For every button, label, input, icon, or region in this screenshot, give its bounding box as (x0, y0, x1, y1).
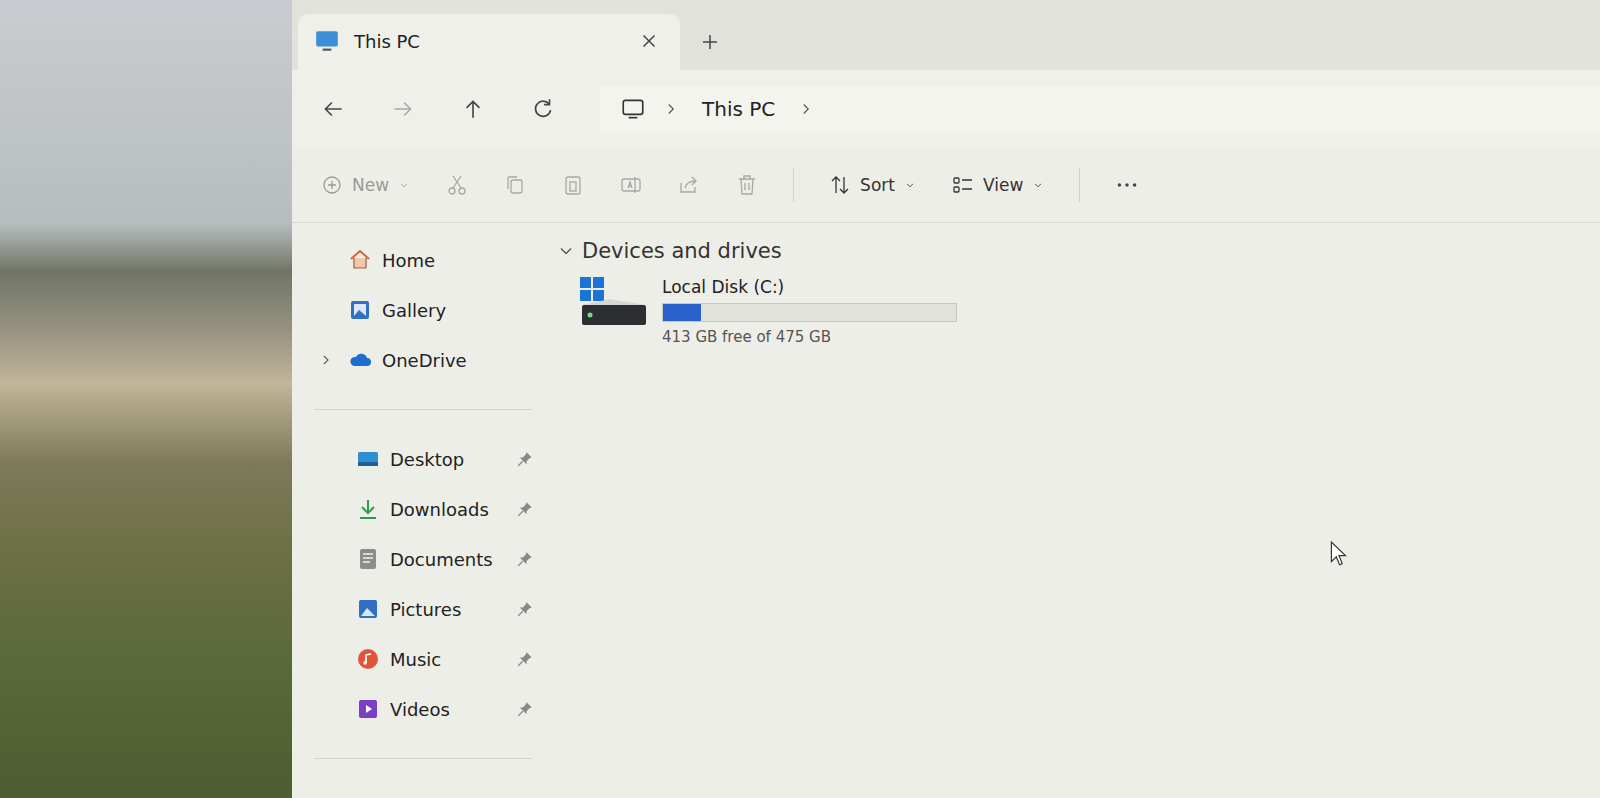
tab-bar: This PC (292, 0, 1600, 70)
command-bar: New Sort View (292, 148, 1600, 223)
refresh-icon[interactable] (530, 96, 556, 122)
quick-access-item[interactable]: Documents (314, 534, 542, 584)
paste-icon (561, 173, 585, 197)
pin-icon[interactable] (516, 450, 534, 468)
more-options-icon[interactable] (1114, 172, 1140, 198)
pin-icon[interactable] (516, 650, 534, 668)
mouse-cursor-icon (1330, 541, 1348, 567)
up-arrow-icon[interactable] (460, 96, 486, 122)
toolbar-separator (1079, 168, 1080, 202)
toolbar-action-button[interactable] (503, 173, 527, 197)
quick-access-item[interactable]: Music (314, 634, 542, 684)
toolbar-action-button[interactable] (445, 173, 469, 197)
sidebar-item[interactable]: OneDrive (314, 335, 542, 385)
toolbar-action-button[interactable] (735, 173, 759, 197)
address-row: This PC (292, 70, 1600, 148)
drive-usage-bar (662, 303, 957, 322)
tab-label: This PC (354, 31, 624, 52)
view-label: View (983, 175, 1023, 195)
plus-circle-icon (320, 173, 344, 197)
explorer-body: Home Gallery OneDrive Desktop Downloads … (292, 223, 1600, 798)
drive-space-text: 413 GB free of 475 GB (662, 328, 957, 346)
sidebar-item[interactable]: Home (314, 235, 542, 285)
desktop: This PC This PC New Sort View Home Galle… (0, 0, 1600, 798)
drive-tile[interactable]: Local Disk (C:) 413 GB free of 475 GB (556, 263, 1600, 346)
sidebar-item-label: Home (382, 250, 542, 271)
new-button[interactable]: New (320, 173, 411, 197)
quick-access-item[interactable]: Videos (314, 684, 542, 734)
sidebar-item-label: OneDrive (382, 350, 542, 371)
group-title: Devices and drives (582, 239, 782, 263)
expander-slot (314, 352, 338, 368)
sidebar-item[interactable]: Gallery (314, 285, 542, 335)
toolbar-action-button[interactable] (561, 173, 585, 197)
quick-access-item[interactable]: Pictures (314, 584, 542, 634)
quick-access-item[interactable]: Downloads (314, 484, 542, 534)
chevron-right-icon[interactable] (797, 100, 815, 118)
home-icon (348, 248, 372, 272)
pin-icon[interactable] (516, 550, 534, 568)
video-icon (356, 697, 380, 721)
quick-access-label: Pictures (390, 599, 506, 620)
document-icon (356, 547, 380, 571)
pin-icon[interactable] (516, 500, 534, 518)
forward-arrow-icon[interactable] (390, 96, 416, 122)
address-bar[interactable]: This PC (600, 86, 1600, 132)
pin-icon[interactable] (516, 700, 534, 718)
share-icon (677, 173, 701, 197)
computer-icon (620, 96, 646, 122)
back-arrow-icon[interactable] (320, 96, 346, 122)
cut-icon (445, 173, 469, 197)
sort-icon (828, 173, 852, 197)
new-tab-icon[interactable] (698, 30, 722, 54)
pin-icon[interactable] (516, 600, 534, 618)
quick-access-label: Music (390, 649, 506, 670)
onedrive-cloud-icon (348, 348, 372, 372)
quick-access-label: Downloads (390, 499, 506, 520)
caret-down-icon (397, 178, 411, 192)
toolbar-separator (793, 168, 794, 202)
this-pc-icon (314, 28, 340, 54)
view-icon (951, 173, 975, 197)
sort-button[interactable]: Sort (828, 173, 917, 197)
caret-down-icon (903, 178, 917, 192)
navigation-pane: Home Gallery OneDrive Desktop Downloads … (292, 223, 542, 798)
sort-label: Sort (860, 175, 895, 195)
tab[interactable]: This PC (298, 14, 680, 70)
music-icon (356, 647, 380, 671)
drive-info: Local Disk (C:) 413 GB free of 475 GB (662, 277, 957, 346)
windows-drive-icon (580, 277, 650, 329)
chevron-right-icon[interactable] (662, 100, 680, 118)
collapse-chevron-icon[interactable] (556, 241, 576, 261)
quick-access-item[interactable]: Desktop (314, 434, 542, 484)
breadcrumb-item[interactable]: This PC (702, 97, 775, 121)
caret-down-icon (1031, 178, 1045, 192)
sidebar-divider (314, 758, 532, 759)
file-explorer-window: This PC This PC New Sort View Home Galle… (292, 0, 1600, 798)
view-button[interactable]: View (951, 173, 1045, 197)
sidebar-item-label: Gallery (382, 300, 542, 321)
sidebar-divider (314, 409, 532, 410)
picture-icon (356, 597, 380, 621)
download-icon (356, 497, 380, 521)
close-icon[interactable] (638, 30, 660, 52)
expand-chevron-icon[interactable] (318, 352, 334, 368)
toolbar-action-button[interactable] (619, 173, 643, 197)
drive-group: Devices and drives Local Disk (C:) 413 G… (556, 239, 1600, 346)
drive-name: Local Disk (C:) (662, 277, 957, 297)
quick-access-label: Videos (390, 699, 506, 720)
drive-usage-fill (663, 304, 701, 321)
toolbar-action-button[interactable] (677, 173, 701, 197)
wallpaper (0, 0, 292, 798)
new-label: New (352, 175, 389, 195)
gallery-icon (348, 298, 372, 322)
desktop-icon (356, 447, 380, 471)
rename-icon (619, 173, 643, 197)
group-header[interactable]: Devices and drives (556, 239, 1600, 263)
copy-icon (503, 173, 527, 197)
quick-access-label: Desktop (390, 449, 506, 470)
delete-icon (735, 173, 759, 197)
quick-access-label: Documents (390, 549, 506, 570)
content-pane: Devices and drives Local Disk (C:) 413 G… (542, 223, 1600, 798)
